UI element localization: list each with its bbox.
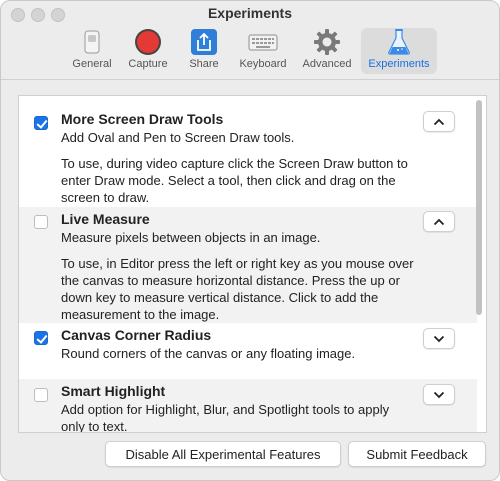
record-icon [133, 28, 163, 56]
experiment-title: More Screen Draw Tools [61, 111, 224, 127]
tab-label: General [72, 58, 112, 70]
experiment-title: Canvas Corner Radius [61, 327, 212, 343]
disable-all-experiments-button[interactable]: Disable All Experimental Features [105, 441, 341, 467]
general-icon [77, 28, 107, 56]
tab-advanced[interactable]: Advanced [297, 28, 357, 74]
keyboard-icon [247, 28, 279, 56]
expand-button[interactable] [423, 384, 455, 405]
experiment-details: To use, during video capture click the S… [61, 156, 408, 205]
tab-keyboard[interactable]: Keyboard [233, 28, 293, 74]
collapse-button[interactable] [423, 111, 455, 132]
tab-label: Keyboard [239, 58, 287, 70]
tab-label: Capture [128, 58, 168, 70]
experiment-title: Live Measure [61, 211, 150, 227]
submit-feedback-button[interactable]: Submit Feedback [348, 441, 486, 467]
experiment-title: Smart Highlight [61, 383, 166, 399]
experiment-checkbox[interactable] [34, 331, 48, 345]
experiment-summary: Add Oval and Pen to Screen Draw tools. [61, 130, 295, 145]
experiment-item-live-measure: Live Measure Measure pixels between obje… [19, 207, 477, 323]
tab-capture[interactable]: Capture [121, 28, 175, 74]
experiment-checkbox[interactable] [34, 215, 48, 229]
collapse-button[interactable] [423, 211, 455, 232]
share-icon [189, 28, 219, 56]
tab-general[interactable]: General [65, 28, 119, 74]
vertical-scrollbar[interactable] [476, 100, 482, 315]
gear-icon [312, 28, 342, 56]
tab-experiments[interactable]: Experiments [361, 28, 437, 74]
expand-button[interactable] [423, 328, 455, 349]
chevron-up-icon [433, 113, 445, 131]
experiment-checkbox[interactable] [34, 116, 48, 130]
tab-share[interactable]: Share [177, 28, 231, 74]
experiment-details: To use, in Editor press the left or righ… [61, 256, 414, 322]
tab-label: Share [189, 58, 219, 70]
tab-label: Experiments [368, 58, 430, 70]
flask-icon [384, 28, 414, 56]
chevron-up-icon [433, 213, 445, 231]
experiment-checkbox[interactable] [34, 388, 48, 402]
chevron-down-icon [433, 386, 445, 404]
experiment-summary: Measure pixels between objects in an ima… [61, 230, 321, 245]
experiment-summary: Add option for Highlight, Blur, and Spot… [61, 402, 390, 433]
tab-label: Advanced [302, 58, 352, 70]
experiment-item-canvas-corner-radius: Canvas Corner Radius Round corners of th… [19, 323, 477, 379]
title-bar: Experiments General Capture Share Keyboa… [1, 1, 499, 80]
window-title: Experiments [207, 5, 293, 21]
chevron-down-icon [433, 330, 445, 348]
experiments-list[interactable]: More Screen Draw Tools Add Oval and Pen … [18, 95, 487, 433]
preferences-window: Experiments General Capture Share Keyboa… [0, 0, 500, 481]
experiment-item-more-screen-draw-tools: More Screen Draw Tools Add Oval and Pen … [19, 96, 477, 206]
experiment-summary: Round corners of the canvas or any float… [61, 346, 356, 361]
experiment-item-smart-highlight: Smart Highlight Add option for Highlight… [19, 379, 477, 433]
